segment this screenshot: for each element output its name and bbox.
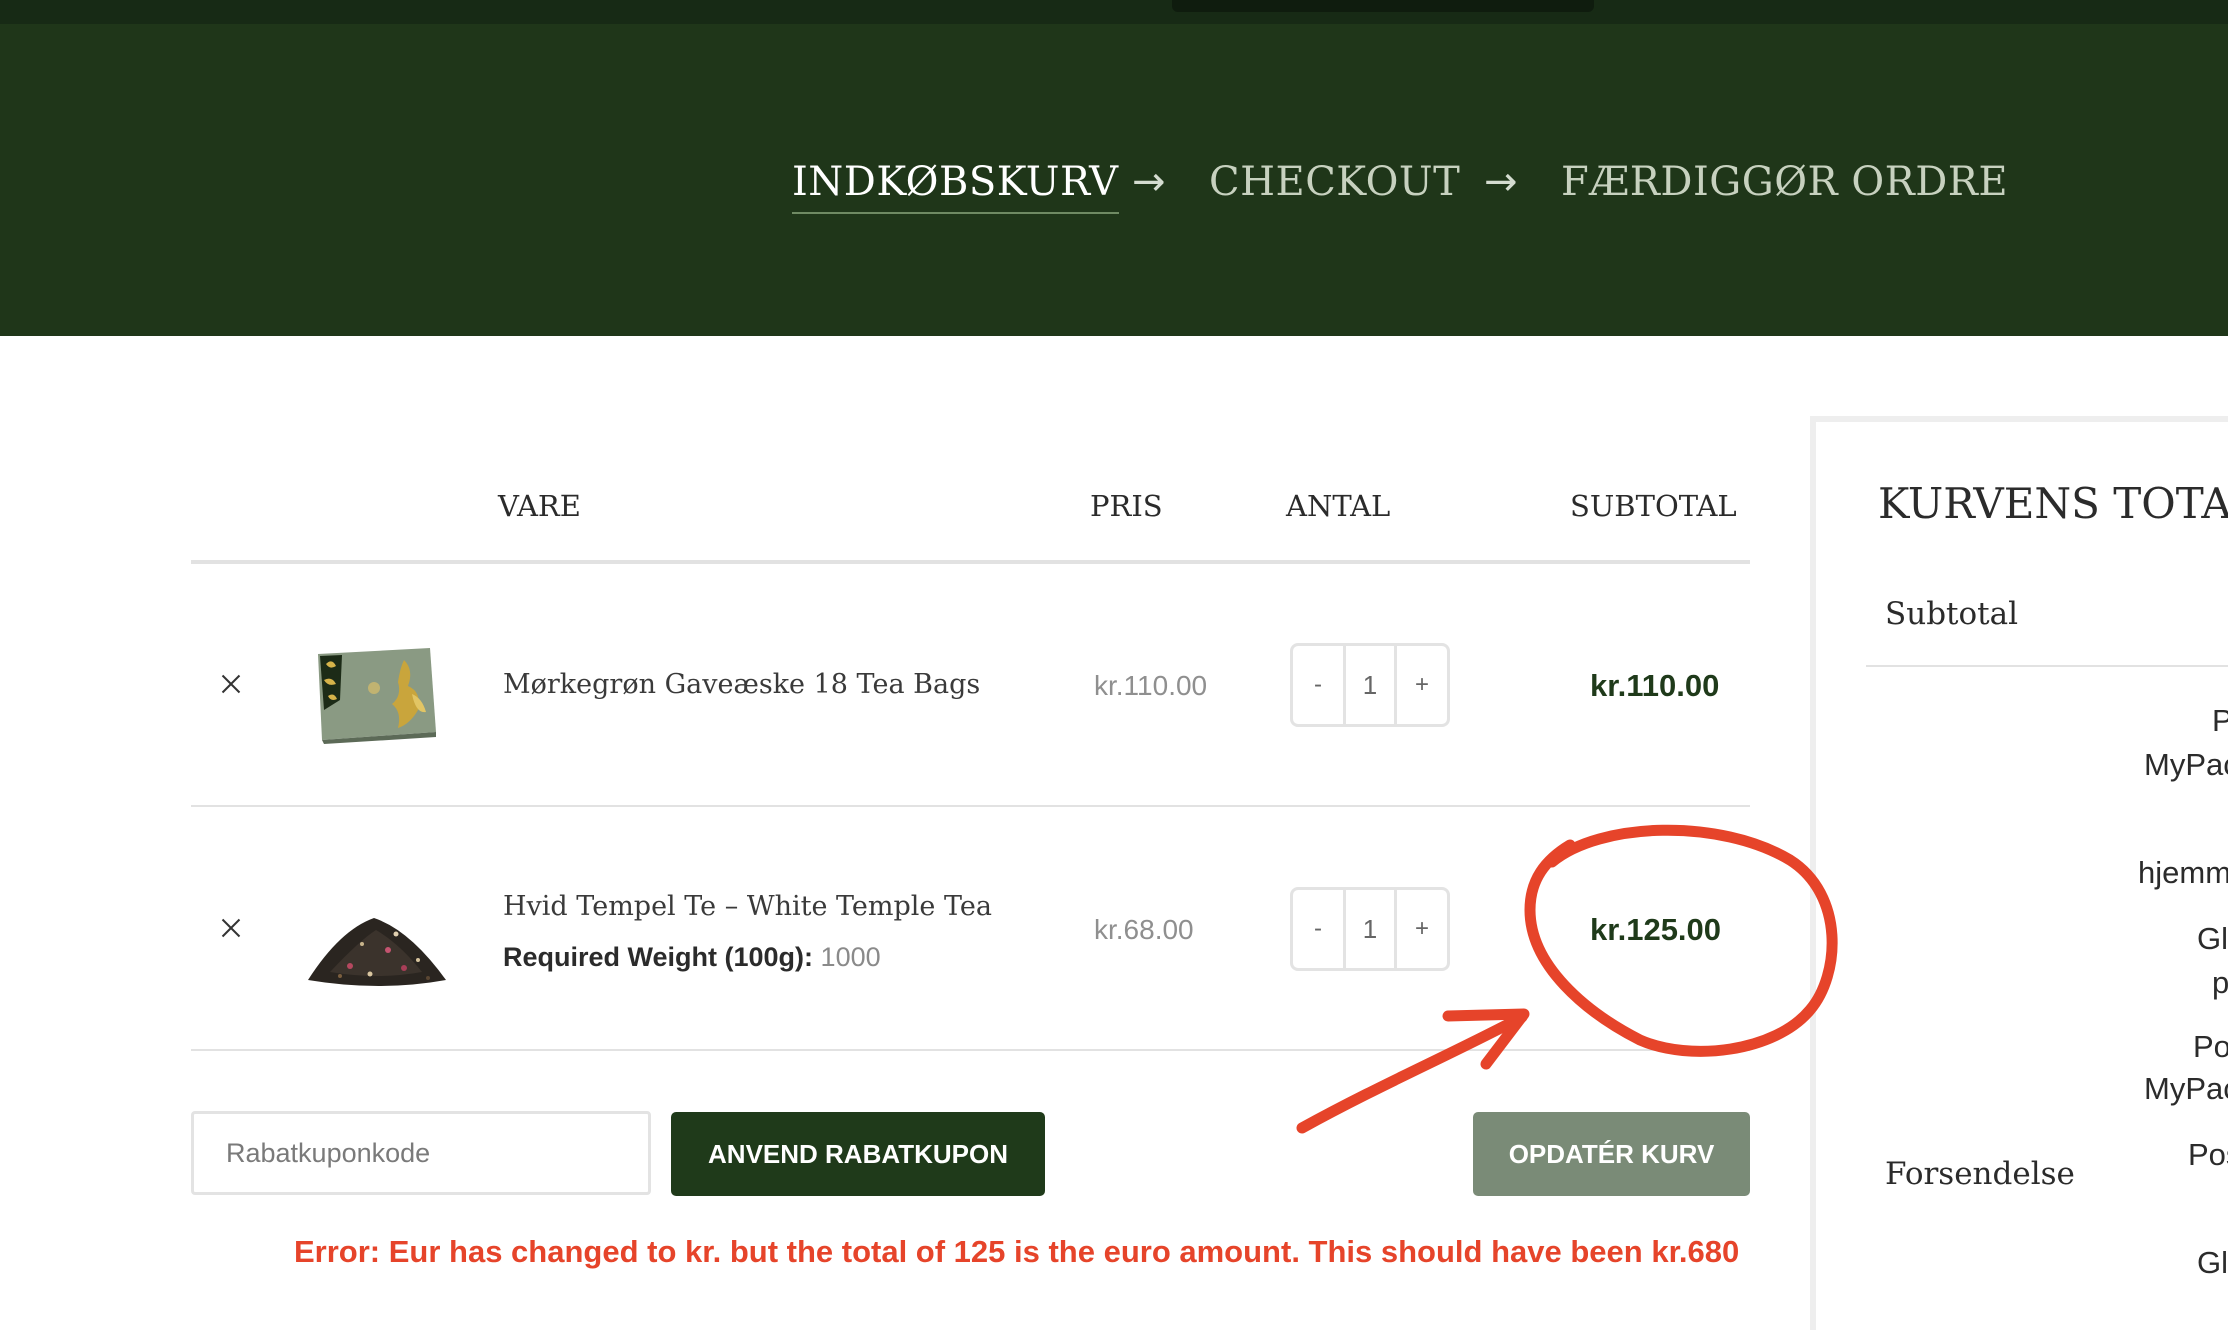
totals-divider (1866, 665, 2228, 667)
step-complete-order: FÆRDIGGØR ORDRE (1561, 159, 2009, 205)
top-bar-tab (1172, 0, 1594, 12)
step-arrow-icon: → (1132, 159, 1166, 205)
row-divider (191, 805, 1750, 807)
header-price: PRIS (1090, 489, 1163, 523)
qty-decrease-button[interactable]: - (1293, 646, 1343, 724)
qty-value[interactable]: 1 (1343, 646, 1397, 724)
shipping-option-text: MyPac (2144, 747, 2228, 782)
product-name[interactable]: Hvid Tempel Te – White Temple Tea (503, 888, 992, 926)
table-header-divider (191, 560, 1750, 564)
annotation-error-text: Error: Eur has changed to kr. but the to… (294, 1234, 1740, 1269)
shipping-option-text: p (2212, 965, 2228, 1000)
product-price: kr.110.00 (1094, 670, 1208, 701)
product-price: kr.68.00 (1094, 914, 1194, 945)
header-quantity: ANTAL (1286, 489, 1391, 523)
cart-totals-title: KURVENS TOTAL (1878, 479, 2228, 528)
shipping-option-text: Gl (2197, 921, 2228, 956)
shipping-option-text: hjemm (2138, 855, 2228, 890)
qty-increase-button[interactable]: + (1397, 890, 1447, 968)
remove-item-icon[interactable] (211, 665, 251, 705)
shipping-option-text: P (2212, 703, 2228, 738)
row-divider (191, 1049, 1750, 1051)
product-name[interactable]: Mørkegrøn Gaveæske 18 Tea Bags (503, 666, 980, 704)
header-product: VARE (498, 489, 581, 523)
annotation-arrowhead (1442, 1008, 1530, 1070)
totals-shipping-label: Forsendelse (1885, 1156, 2075, 1192)
variation-value: 1000 (820, 942, 881, 972)
remove-item-icon[interactable] (211, 909, 251, 949)
variation-label: Required Weight (100g): (503, 942, 814, 972)
apply-coupon-button[interactable]: ANVEND RABATKUPON (671, 1112, 1045, 1196)
row-subtotal: kr.125.00 (1590, 912, 1722, 947)
quantity-stepper[interactable]: - 1 + (1290, 643, 1450, 727)
step-checkout: CHECKOUT (1209, 159, 1461, 205)
header-subtotal: SUBTOTAL (1570, 489, 1737, 523)
top-bar (0, 0, 2228, 24)
step-arrow-icon: → (1484, 159, 1518, 205)
shipping-option-text: Gl (2197, 1245, 2228, 1280)
update-cart-button[interactable]: OPDATÉR KURV (1473, 1112, 1750, 1196)
qty-increase-button[interactable]: + (1397, 646, 1447, 724)
qty-value[interactable]: 1 (1343, 890, 1397, 968)
totals-subtotal-label: Subtotal (1885, 596, 2019, 632)
shipping-option-text: Pos (2188, 1137, 2228, 1172)
product-variation: Required Weight (100g): 1000 (503, 938, 881, 976)
coupon-code-input[interactable] (191, 1111, 651, 1195)
row-subtotal: kr.110.00 (1590, 668, 1720, 703)
qty-decrease-button[interactable]: - (1293, 890, 1343, 968)
product-thumbnail-loose-tea[interactable] (300, 900, 452, 990)
shipping-option-text: MyPac (2144, 1071, 2228, 1106)
step-cart[interactable]: INDKØBSKURV (792, 152, 1119, 214)
product-thumbnail-gift-box[interactable] (312, 640, 440, 748)
quantity-stepper[interactable]: - 1 + (1290, 887, 1450, 971)
shipping-option-text: Po (2193, 1029, 2228, 1064)
